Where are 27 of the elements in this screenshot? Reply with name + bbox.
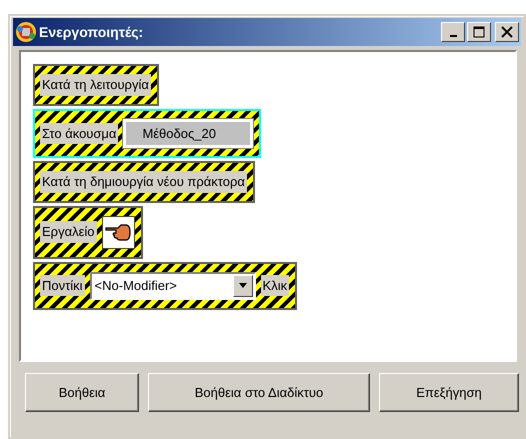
trigger-label: Κατά τη λειτουργία: [40, 74, 151, 96]
app-logo-icon: [15, 21, 37, 43]
dialog-button[interactable]: Βοήθεια στο Διαδίκτυο: [148, 373, 370, 412]
close-icon: [501, 26, 513, 38]
trigger-block[interactable]: Εργαλείο: [33, 206, 142, 258]
trigger-block[interactable]: Κατά τη δημιουργία νέου πράκτορα: [33, 161, 255, 202]
trigger-label: Ποντίκι: [40, 274, 85, 296]
minimize-icon: [450, 35, 456, 37]
minimize-button[interactable]: [441, 22, 465, 42]
caret-icon: [238, 283, 247, 288]
trigger-block[interactable]: Ποντίκι <No-Modifier> Κλικ: [33, 262, 298, 310]
modifier-dropdown[interactable]: <No-Modifier>: [90, 272, 256, 300]
maximize-icon: [473, 26, 485, 38]
method-field[interactable]: Μέθοδος_20: [123, 118, 254, 148]
trigger-block[interactable]: Στο άκουσμα Μέθοδος_20: [33, 108, 262, 158]
trigger-label: Στο άκουσμα: [40, 122, 118, 144]
trigger-label: Εργαλείο: [40, 221, 96, 243]
tool-slot[interactable]: [102, 216, 134, 248]
dialog-button[interactable]: Επεξήγηση: [379, 373, 519, 412]
window-title: Ενεργοποιητές:: [39, 22, 144, 42]
close-button[interactable]: [495, 22, 519, 42]
maximize-button[interactable]: [467, 22, 491, 42]
trigger-label: Κλικ: [260, 274, 290, 296]
trigger-block[interactable]: Κατά τη λειτουργία: [33, 64, 159, 106]
dialog-button[interactable]: Βοήθεια: [25, 373, 139, 412]
pointing-hand-icon: [105, 223, 131, 241]
trigger-label: Κατά τη δημιουργία νέου πράκτορα: [40, 171, 247, 192]
